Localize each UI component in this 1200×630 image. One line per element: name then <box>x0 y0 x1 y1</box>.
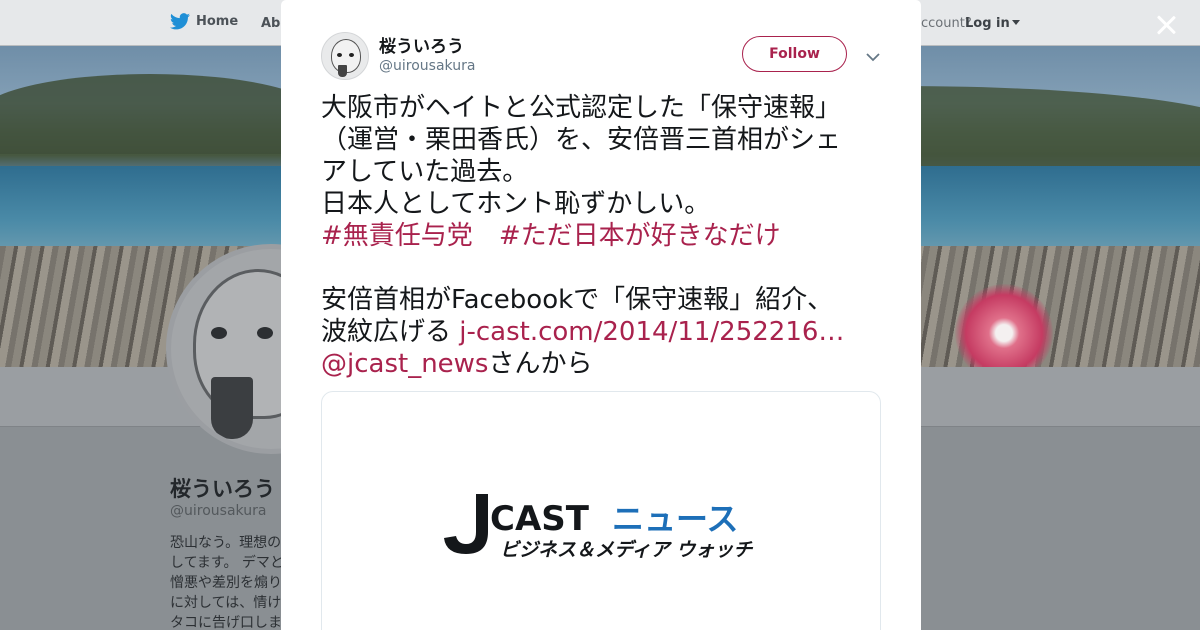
tweet-line-with-url: 波紋広げる j-cast.com/2014/11/252216… <box>321 316 881 348</box>
tweet-line-text: 波紋広げる <box>321 317 460 347</box>
logo-tagline: ビジネス＆メディア ウォッチ <box>500 539 753 558</box>
avatar-wine-glass <box>338 65 347 77</box>
hashtag-link[interactable]: #無責任与党 <box>321 221 473 251</box>
avatar-eye <box>349 53 354 57</box>
tweet-author-avatar[interactable] <box>321 32 369 80</box>
tweet-line-mention: @jcast_newsさんから <box>321 348 881 380</box>
tweet-line: 日本人としてホント恥ずかしい。 <box>321 189 711 219</box>
logo-katakana: ニュース <box>612 500 738 538</box>
tweet-line: 安倍首相がFacebookで「保守速報」紹介、 <box>321 285 834 315</box>
tweet-line: 大阪市がヘイトと公式認定した「保守速報」 <box>321 93 842 123</box>
mention-suffix: さんから <box>488 349 593 379</box>
tweet-author-handle[interactable]: @uirousakura <box>379 58 475 74</box>
close-icon[interactable] <box>1153 12 1179 38</box>
mention-link[interactable]: @jcast_news <box>321 349 488 379</box>
tweet-hashtags: #無責任与党 #ただ日本が好きなだけ <box>321 220 881 252</box>
tweet-author-name[interactable]: 桜ういろう <box>379 32 464 57</box>
avatar-eye <box>337 53 342 57</box>
tweet-modal: 桜ういろう @uirousakura Follow 大阪市がヘイトと公式認定した… <box>281 0 921 630</box>
jcast-logo: CAST ニュース ビジネス＆メディア ウォッチ <box>444 494 753 558</box>
hashtag-link[interactable]: #ただ日本が好きなだけ <box>499 221 781 251</box>
tweet-line: （運営・栗田香氏）を、安倍晋三首相がシェ <box>321 125 842 155</box>
logo-letters: CAST <box>490 499 590 539</box>
follow-button[interactable]: Follow <box>742 36 847 72</box>
link-preview-card[interactable]: CAST ニュース ビジネス＆メディア ウォッチ <box>321 391 881 630</box>
tweet-line: アしていた過去。 <box>321 157 529 187</box>
tweet-url-link[interactable]: j-cast.com/2014/11/252216… <box>459 317 844 347</box>
tweet-text: 大阪市がヘイトと公式認定した「保守速報」 （運営・栗田香氏）を、安倍晋三首相がシ… <box>321 92 881 380</box>
chevron-down-icon[interactable] <box>865 48 881 62</box>
